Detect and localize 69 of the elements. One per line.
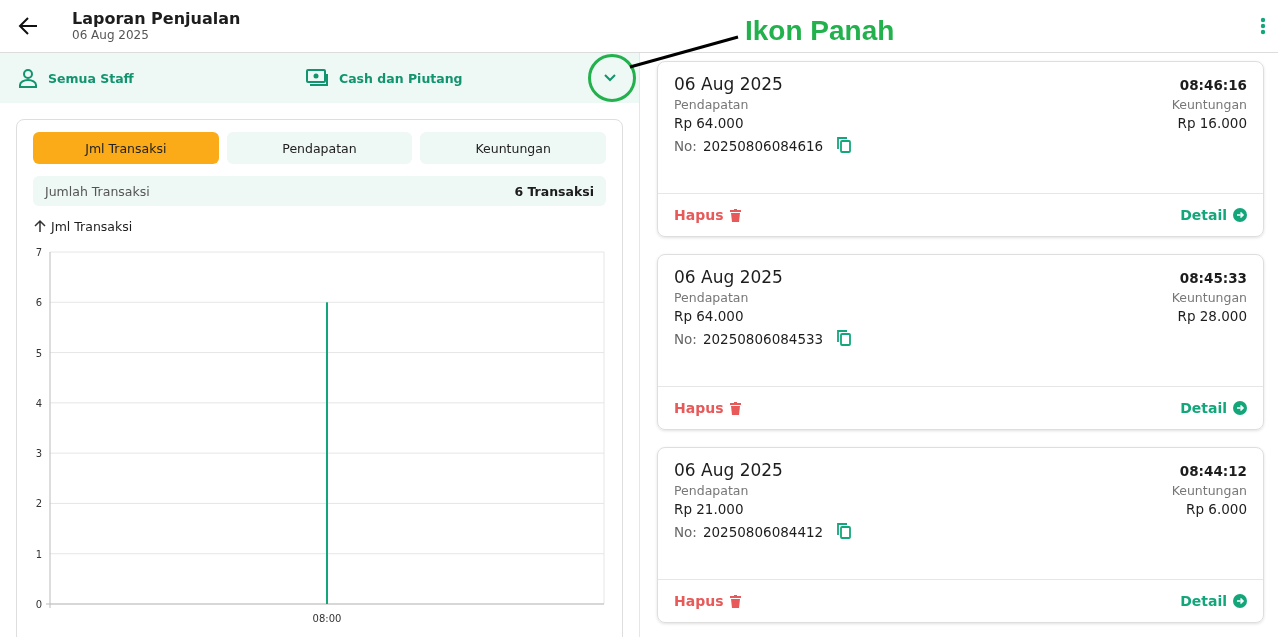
number-label: No: [674, 524, 697, 540]
copy-icon [837, 523, 852, 539]
axis-title: Jml Transaksi [51, 218, 133, 234]
income-label: Pendapatan [674, 483, 749, 498]
profit-label: Keuntungan [1171, 97, 1247, 112]
income-value: Rp 64.000 [674, 308, 744, 324]
profit-label: Keuntungan [1171, 483, 1247, 498]
detail-button[interactable]: Detail [1180, 207, 1247, 223]
page-title: Laporan Penjualan [72, 9, 241, 28]
transaction-number: 20250806084533 [702, 331, 824, 347]
transaction-date: 06 Aug 2025 [674, 74, 783, 94]
detail-button[interactable]: Detail [1180, 400, 1247, 416]
page-date: 06 Aug 2025 [72, 28, 149, 43]
highlight-circle [588, 54, 636, 102]
income-value: Rp 21.000 [674, 501, 744, 517]
profit-value: Rp 6.000 [1186, 501, 1247, 517]
back-arrow-icon[interactable] [18, 16, 38, 36]
tick-label: 1 [35, 548, 42, 560]
tick-label: 6 [35, 297, 42, 309]
chevron-down-icon [604, 74, 616, 82]
copy-icon [837, 330, 852, 346]
transaction-time: 08:45:33 [1179, 270, 1247, 286]
transaction-date: 06 Aug 2025 [674, 460, 783, 480]
arrow-right-icon [1233, 208, 1247, 222]
tick-label: 2 [35, 498, 42, 510]
income-label: Pendapatan [674, 97, 749, 112]
income-value: Rp 64.000 [674, 115, 744, 131]
number-label: No: [674, 138, 697, 154]
summary-label: Jumlah Transaksi [45, 183, 150, 199]
filter-button[interactable]: Semua Staff [18, 68, 306, 88]
person-icon [18, 68, 38, 88]
tick-label: 3 [35, 448, 42, 460]
copy-icon [837, 137, 852, 153]
profit-label: Keuntungan [1171, 290, 1247, 305]
arrow-right-icon [1233, 594, 1247, 608]
tab[interactable]: Keuntungan [420, 132, 606, 164]
trash-icon [729, 401, 741, 415]
tick-label: 5 [35, 347, 42, 359]
transaction-number: 20250806084412 [702, 524, 824, 540]
profit-value: Rp 28.000 [1177, 308, 1247, 324]
income-label: Pendapatan [674, 290, 749, 305]
tick-label: 08:00 [312, 613, 342, 624]
delete-button[interactable]: Hapus [674, 593, 741, 609]
tick-label: 0 [35, 599, 42, 610]
more-menu-icon[interactable] [1260, 17, 1266, 35]
tab[interactable]: Pendapatan [226, 132, 413, 164]
delete-button[interactable]: Hapus [674, 400, 741, 416]
tab[interactable]: Jml Transaksi [33, 132, 219, 164]
filter-button[interactable]: Cash dan Piutang [306, 69, 587, 87]
transaction-date: 06 Aug 2025 [674, 267, 783, 287]
trash-icon [729, 208, 741, 222]
profit-value: Rp 16.000 [1177, 115, 1247, 131]
arrow-up-icon [33, 219, 47, 233]
cash-icon [306, 69, 329, 87]
tick-label: 4 [35, 397, 42, 409]
copy-button[interactable] [835, 330, 854, 348]
number-label: No: [674, 331, 697, 347]
annotation-label: Ikon Panah [745, 15, 895, 47]
detail-button[interactable]: Detail [1180, 593, 1247, 609]
transaction-time: 08:46:16 [1179, 77, 1247, 93]
copy-button[interactable] [835, 523, 854, 541]
copy-button[interactable] [835, 137, 854, 155]
transaction-time: 08:44:12 [1179, 463, 1247, 479]
delete-button[interactable]: Hapus [674, 207, 741, 223]
arrow-right-icon [1233, 401, 1247, 415]
trash-icon [729, 594, 741, 608]
tick-label: 7 [35, 247, 42, 258]
transaction-number: 20250806084616 [702, 138, 824, 154]
summary-value: 6 Transaksi [514, 183, 594, 199]
